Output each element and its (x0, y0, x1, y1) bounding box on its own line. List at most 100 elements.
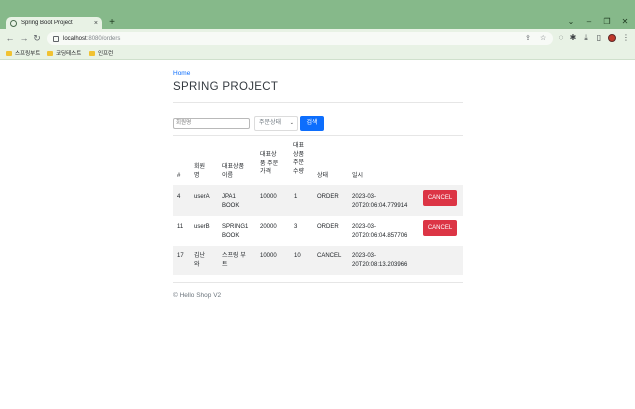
table-row (173, 246, 463, 275)
back-icon[interactable]: ← (4, 32, 16, 44)
cell-item: 스프링 부 트 (222, 252, 246, 269)
header-line: 수량 (293, 168, 305, 175)
status-select-label: 주문상태 (259, 120, 282, 126)
footer-divider (173, 282, 463, 283)
cell-line: 와 (194, 261, 200, 268)
chevron-down-icon: ⌄ (289, 120, 294, 126)
extension-icon[interactable]: ◌ (556, 32, 566, 44)
header-divider (173, 102, 463, 103)
header-status: 상태 (317, 173, 329, 179)
header-price: 대표상 품 주문 가격 (260, 151, 278, 177)
header-line: 품 주문 (260, 160, 279, 167)
cell-line: 스프링 부 (222, 253, 246, 259)
header-line: 대표상품 (222, 164, 245, 170)
cell-price: 10000 (260, 253, 277, 259)
cell-line: SPRING1 (222, 224, 249, 230)
profile-avatar[interactable] (608, 34, 616, 42)
site-info-icon[interactable] (53, 35, 59, 42)
tab-title: Spring Boot Project (21, 20, 73, 26)
cell-status: ORDER (317, 224, 339, 230)
header-date: 일시 (352, 173, 364, 179)
cell-status: ORDER (317, 194, 339, 200)
cancel-order-button[interactable]: CANCEL (423, 190, 457, 206)
cell-line: 20T20:06:04.857706 (352, 232, 408, 239)
folder-icon (6, 50, 12, 56)
bookmark-item[interactable]: 코딩테스트 (47, 49, 81, 57)
forward-icon[interactable]: → (18, 32, 30, 44)
header-line: 대표상 (260, 152, 277, 158)
bookmark-item[interactable]: 인프런 (89, 49, 113, 57)
page-body (0, 60, 635, 409)
cell-date: 2023-03- 20T20:08:13.203966 (352, 252, 407, 269)
cell-line: 2023-03- (352, 194, 377, 200)
header-line: 회원 (194, 164, 206, 170)
cell-member: userA (194, 194, 210, 200)
cell-date: 2023-03- 20T20:06:04.857706 (352, 223, 407, 240)
bookmark-label: 스프링부트 (15, 51, 41, 57)
page-title: SPRING PROJECT (173, 81, 279, 93)
header-count: 대표 상품 주문 수량 (293, 142, 304, 176)
cell-line: 20T20:06:04.779914 (352, 202, 408, 209)
cell-price: 10000 (260, 194, 277, 200)
url-path: :8080/orders (86, 35, 121, 42)
cell-line: 김난 (194, 253, 206, 259)
close-tab-icon[interactable]: × (94, 20, 98, 27)
restore-icon[interactable]: ❐ (600, 16, 614, 28)
header-line: 대표 (293, 143, 305, 149)
cell-count: 3 (294, 224, 298, 230)
cell-line: 트 (222, 261, 228, 268)
cell-line: 20T20:08:13.203966 (352, 261, 408, 268)
header-line: 주문 (293, 160, 305, 166)
order-status-select[interactable]: 주문상태 ⌄ (254, 116, 298, 131)
header-member: 회원 명 (194, 163, 205, 180)
cell-price: 20000 (260, 224, 277, 230)
cell-id: 17 (177, 253, 184, 259)
puzzle-icon[interactable]: ✱ (568, 32, 578, 44)
cell-status: CANCEL (317, 253, 342, 259)
cell-line: JPA1 (222, 194, 236, 200)
cell-count: 1 (294, 194, 298, 200)
cell-item: JPA1 BOOK (222, 193, 239, 210)
globe-icon (10, 19, 17, 27)
cell-id: 11 (177, 224, 184, 230)
side-panel-icon[interactable]: ▯ (594, 32, 604, 44)
header-id: # (177, 173, 181, 179)
folder-icon (47, 50, 53, 56)
breadcrumb-home[interactable]: Home (173, 70, 190, 77)
browser-tab[interactable]: Spring Boot Project × (6, 17, 102, 29)
member-name-input[interactable]: 회원명 (173, 118, 250, 129)
reload-icon[interactable]: ↻ (31, 32, 43, 44)
download-icon[interactable]: ⤓ (581, 32, 591, 44)
cell-line: 2023-03- (352, 224, 377, 230)
menu-icon[interactable]: ⋮ (621, 32, 631, 44)
header-line: 명 (194, 172, 200, 179)
new-tab-button[interactable]: + (106, 17, 118, 29)
header-line: 상품 (293, 151, 305, 158)
address-bar[interactable]: localhost:8080/orders (47, 32, 553, 45)
folder-icon (89, 50, 95, 56)
cell-id: 4 (177, 194, 181, 200)
header-line: 이름 (222, 172, 234, 179)
cell-date: 2023-03- 20T20:06:04.779914 (352, 193, 407, 210)
search-button[interactable]: 검색 (300, 116, 324, 131)
cell-line: BOOK (222, 202, 240, 209)
cell-member: userB (194, 224, 210, 230)
bookmark-star-icon[interactable]: ☆ (540, 33, 546, 44)
cell-item: SPRING1 BOOK (222, 223, 248, 240)
cell-line: BOOK (222, 232, 240, 239)
bookmark-item[interactable]: 스프링부트 (6, 49, 40, 57)
url-host: localhost (63, 35, 87, 42)
tab-search-icon[interactable]: ⌄ (564, 16, 578, 28)
minimize-icon[interactable]: – (582, 16, 596, 28)
search-divider (173, 135, 463, 136)
cell-line: 2023-03- (352, 253, 377, 259)
header-item: 대표상품 이름 (222, 163, 244, 180)
footer-text: © Hello Shop V2 (173, 292, 222, 299)
bookmark-label: 인프런 (98, 51, 114, 57)
cell-count: 10 (294, 253, 301, 259)
share-icon[interactable]: ⇪ (525, 33, 531, 44)
cancel-order-button[interactable]: CANCEL (423, 220, 457, 236)
close-window-icon[interactable]: ✕ (618, 16, 632, 28)
bookmark-label: 코딩테스트 (56, 51, 82, 57)
cell-member: 김난 와 (194, 252, 205, 269)
